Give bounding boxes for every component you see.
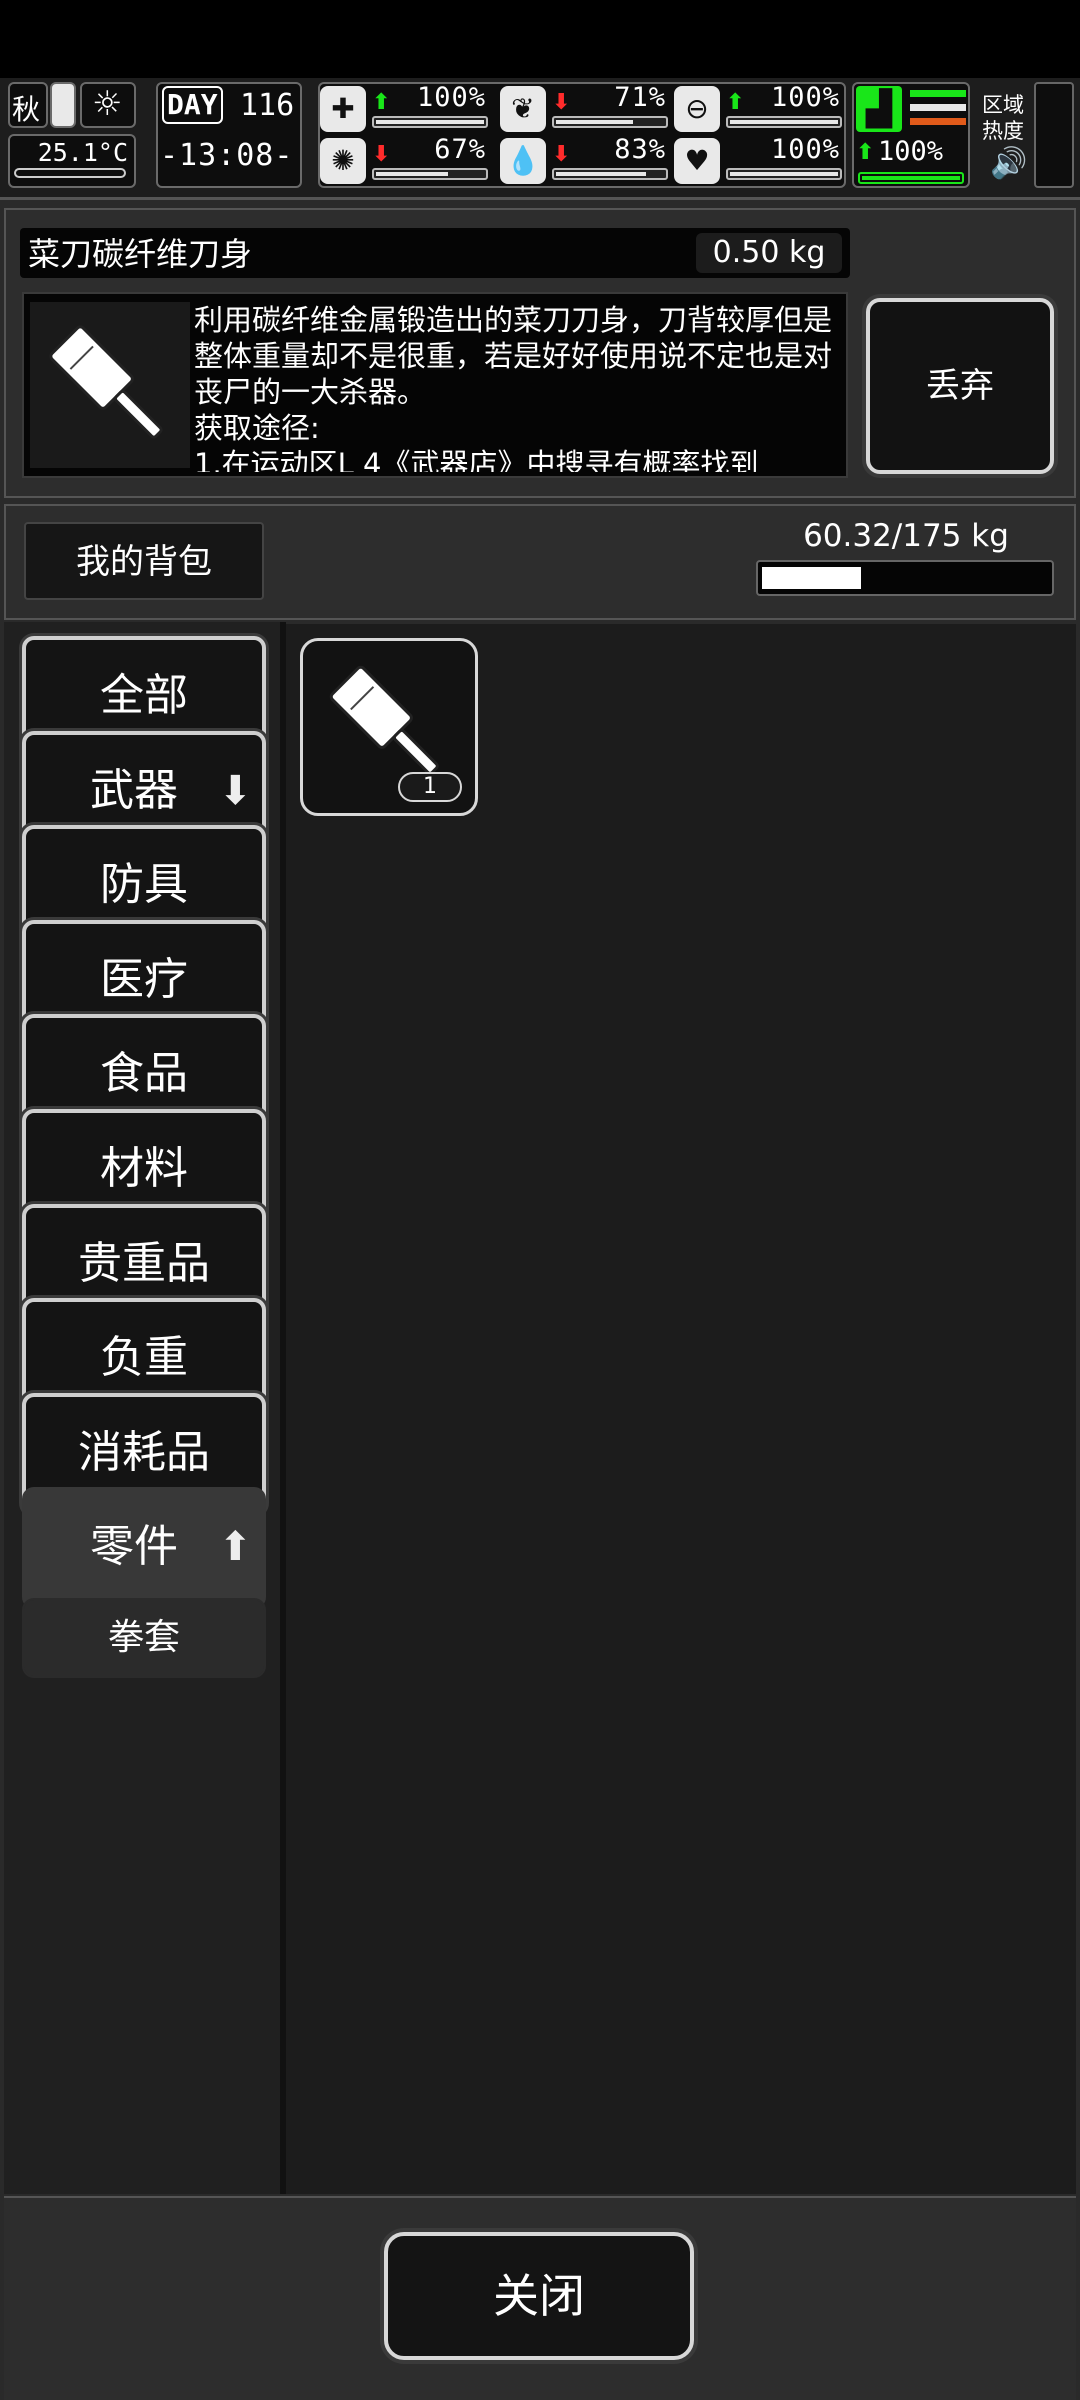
category-label: 食品 bbox=[100, 1048, 188, 1100]
item-source-line: 1.在运动区L 4《武器店》中搜寻有概率找到 bbox=[194, 447, 759, 472]
category-label: 负重 bbox=[100, 1332, 188, 1384]
season-box: 秋 bbox=[8, 82, 48, 128]
category-label: 防具 bbox=[100, 859, 188, 911]
category-label: 贵重品 bbox=[78, 1237, 210, 1289]
pill-icon: ⊖ bbox=[674, 86, 720, 132]
stamina-stripe-1 bbox=[910, 90, 966, 97]
stat-bar bbox=[552, 168, 668, 180]
category-label: 医疗 bbox=[100, 953, 188, 1005]
status-bar bbox=[0, 0, 1080, 78]
category-label: 材料 bbox=[100, 1143, 188, 1194]
item-name: 菜刀碳纤维刀身 bbox=[28, 235, 253, 273]
sun-icon: ☼ bbox=[80, 82, 136, 128]
category-label: 全部 bbox=[100, 670, 188, 721]
stat-percent: 100% bbox=[770, 82, 840, 113]
category-list[interactable]: 全部 武器 ⬇ 防具 医疗 食品 材料 贵重品 负重 消耗品 零件 ⬆ 拳套 bbox=[4, 622, 282, 2194]
stat-percent: 67% bbox=[434, 134, 486, 165]
category-10[interactable]: 拳套 bbox=[22, 1598, 266, 1678]
category-9[interactable]: 零件 ⬆ bbox=[22, 1487, 266, 1610]
slot-count: 1 bbox=[398, 772, 462, 802]
hud-bar: 秋 ☼ 25.1°C DAY 116 -13:08- ▟ ⬆ 100% 区域 热… bbox=[0, 78, 1080, 200]
backpack-tab[interactable]: 我的背包 bbox=[24, 522, 264, 600]
stat-percent: 100% bbox=[416, 82, 486, 113]
cleaver-icon bbox=[30, 302, 190, 468]
day-time-box: DAY 116 -13:08- bbox=[156, 82, 302, 188]
item-weight: 0.50 kg bbox=[696, 233, 842, 273]
stamina-up-arrow: ⬆ bbox=[856, 140, 875, 165]
heart-icon: ♥ bbox=[674, 138, 720, 184]
stamina-stripe-3 bbox=[910, 118, 966, 125]
stat-percent: 100% bbox=[770, 134, 840, 165]
capacity-bar bbox=[756, 560, 1054, 596]
close-button[interactable]: 关闭 bbox=[384, 2232, 694, 2360]
stat-percent: 71% bbox=[614, 82, 666, 113]
day-label: DAY bbox=[162, 86, 223, 124]
boot-icon: ▟ bbox=[856, 86, 902, 132]
discard-button[interactable]: 丢弃 bbox=[866, 298, 1054, 474]
item-description: 利用碳纤维金属锻造出的菜刀刀身，刀背较厚但是整体重量却不是很重，若是好好使用说不… bbox=[194, 303, 833, 409]
stat-bar bbox=[726, 116, 842, 128]
item-source-label: 获取途径: bbox=[194, 411, 320, 445]
water-drop-icon: 💧 bbox=[500, 138, 546, 184]
category-label: 消耗品 bbox=[78, 1426, 210, 1478]
stat-percent: 83% bbox=[614, 134, 666, 165]
brain-icon: ✺ bbox=[320, 138, 366, 184]
stat-bar bbox=[372, 116, 488, 128]
stat-bar bbox=[726, 168, 842, 180]
zone-heat-label: 区域 热度 bbox=[982, 93, 1024, 143]
capacity-text: 60.32/175 kg bbox=[803, 518, 1009, 554]
capacity-bar-fill bbox=[762, 567, 861, 589]
inventory-grid[interactable] bbox=[286, 624, 1076, 2194]
temperature-value: 25.1°C bbox=[37, 138, 128, 167]
stat-bar bbox=[552, 116, 668, 128]
temperature-box: 25.1°C bbox=[8, 134, 136, 188]
stamina-percent: 100% bbox=[878, 136, 944, 167]
season-label: 秋 bbox=[12, 93, 41, 126]
category-label: 零件 bbox=[90, 1521, 178, 1573]
speaker-icon[interactable]: 🔊 bbox=[990, 146, 1027, 181]
category-label: 武器 bbox=[90, 764, 178, 816]
item-description-text: 利用碳纤维金属锻造出的菜刀刀身，刀背较厚但是整体重量却不是很重，若是好好使用说不… bbox=[194, 302, 834, 472]
medkit-icon: ✚ bbox=[320, 86, 366, 132]
leaf-icon bbox=[50, 82, 76, 128]
category-label: 拳套 bbox=[107, 1617, 180, 1658]
thermometer-icon bbox=[14, 168, 126, 178]
stamina-panel: ▟ ⬆ 100% bbox=[852, 82, 970, 188]
stat-bar bbox=[372, 168, 488, 180]
day-number: 116 bbox=[240, 88, 295, 123]
stamina-stripe-2 bbox=[910, 104, 966, 111]
zone-heat-meter bbox=[1034, 82, 1074, 188]
arrow-up-icon: ⬆ bbox=[218, 1524, 252, 1571]
time-display: -13:08- bbox=[160, 138, 294, 173]
stamina-bar bbox=[858, 172, 964, 184]
stomach-icon: ❦ bbox=[500, 86, 546, 132]
